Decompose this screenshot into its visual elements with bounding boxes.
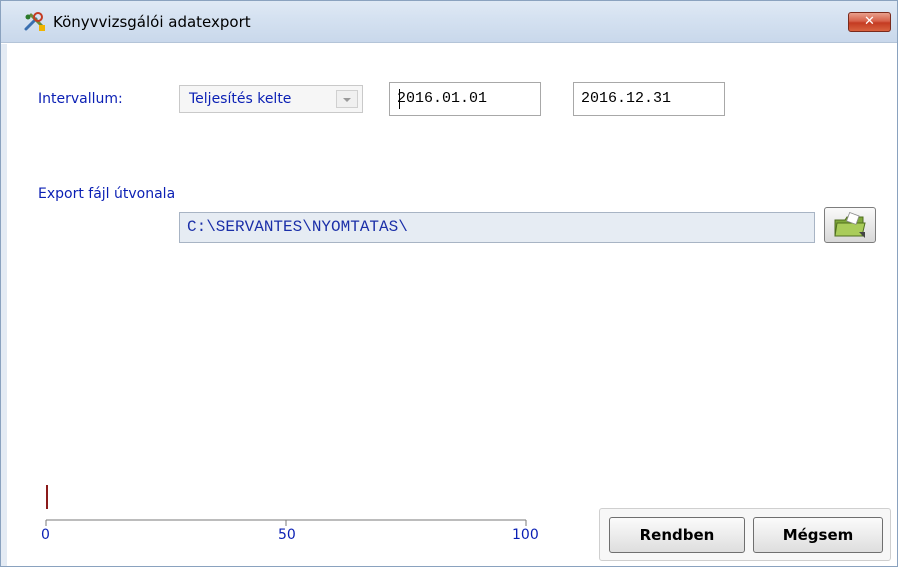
ok-button[interactable]: Rendben xyxy=(609,517,745,553)
tools-icon xyxy=(23,11,47,33)
date-to-value: 2016.12.31 xyxy=(581,90,672,107)
browse-folder-button[interactable] xyxy=(824,207,876,243)
close-button[interactable]: ✕ xyxy=(848,12,891,32)
folder-icon xyxy=(834,212,866,238)
text-caret xyxy=(399,89,400,109)
close-icon: ✕ xyxy=(864,14,875,29)
window-title: Könyvvizsgálói adatexport xyxy=(53,13,251,31)
interval-type-select[interactable]: Teljesítés kelte xyxy=(179,85,363,113)
progress-tick-label-100: 100 xyxy=(512,527,539,543)
export-path-field[interactable]: C:\SERVANTES\NYOMTATAS\ xyxy=(179,212,815,243)
interval-label: Intervallum: xyxy=(38,91,123,107)
progress-tick-label-50: 50 xyxy=(278,527,296,543)
export-path-value: C:\SERVANTES\NYOMTATAS\ xyxy=(187,218,408,236)
interval-type-value: Teljesítés kelte xyxy=(189,91,292,107)
date-from-value: 2016.01.01 xyxy=(397,90,488,107)
export-dialog: Könyvvizsgálói adatexport ✕ Intervallum:… xyxy=(0,0,898,567)
export-path-label: Export fájl útvonala xyxy=(38,186,176,202)
date-from-input[interactable]: 2016.01.01 xyxy=(389,82,541,116)
progress-indicator: 0 50 100 xyxy=(39,485,559,555)
title-bar: Könyvvizsgálói adatexport ✕ xyxy=(1,1,897,43)
cancel-button[interactable]: Mégsem xyxy=(753,517,883,553)
progress-tick-label-0: 0 xyxy=(41,527,50,543)
window-left-border xyxy=(1,44,7,566)
chevron-down-icon[interactable] xyxy=(336,90,358,108)
date-to-input[interactable]: 2016.12.31 xyxy=(573,82,725,116)
